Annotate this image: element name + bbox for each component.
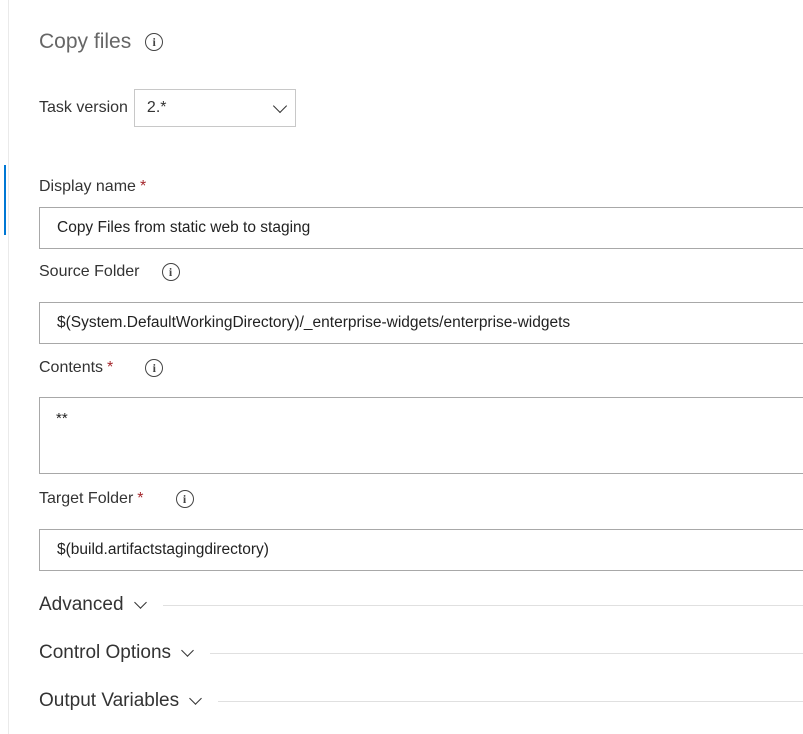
display-name-label: Display name [39,178,136,195]
chevron-down-icon [133,596,147,609]
chevron-down-icon [189,692,202,705]
task-version-row: Task version 2.* [39,89,296,127]
task-title: Copy files [39,30,132,53]
control-options-section-label: Control Options [39,642,172,663]
task-version-value: 2.* [146,99,167,116]
contents-textarea[interactable]: ** [39,397,803,474]
display-name-input[interactable]: Copy Files from static web to staging [39,207,803,249]
required-marker: * [137,490,144,507]
required-marker: * [107,359,114,376]
contents-label-row: Contents * i [39,359,164,377]
source-folder-input[interactable]: $(System.DefaultWorkingDirectory)/_enter… [39,302,803,344]
advanced-section-label: Advanced [39,594,124,615]
target-folder-input[interactable]: $(build.artifactstagingdirectory) [39,529,803,571]
info-icon[interactable]: i [161,263,180,281]
source-folder-label-row: Source Folder i [39,263,180,281]
contents-label: Contents [39,359,104,376]
info-icon[interactable]: i [145,359,164,377]
target-folder-label-row: Target Folder * i [39,490,194,508]
selected-task-indicator [4,165,6,235]
left-panel-edge [0,0,9,734]
task-version-select[interactable]: 2.* [133,89,296,127]
source-folder-value: $(System.DefaultWorkingDirectory)/_enter… [57,314,571,331]
output-variables-section[interactable]: Output Variables [39,690,803,712]
source-folder-label: Source Folder [39,263,140,280]
section-divider [218,700,803,702]
chevron-down-icon [181,644,194,657]
section-divider [210,652,803,654]
display-name-value: Copy Files from static web to staging [57,219,311,236]
display-name-label-row: Display name * [39,178,146,196]
target-folder-label: Target Folder [39,490,134,507]
task-header: Copy files i [39,30,164,54]
target-folder-value: $(build.artifactstagingdirectory) [57,541,269,558]
task-version-label: Task version [39,99,128,116]
info-icon[interactable]: i [145,33,164,51]
chevron-down-icon [272,98,287,113]
advanced-section[interactable]: Advanced [39,594,803,616]
contents-value: ** [56,410,68,427]
info-icon[interactable]: i [175,490,194,508]
required-marker: * [139,178,147,195]
control-options-section[interactable]: Control Options [39,642,803,664]
section-divider [162,604,803,606]
output-variables-section-label: Output Variables [39,690,180,711]
